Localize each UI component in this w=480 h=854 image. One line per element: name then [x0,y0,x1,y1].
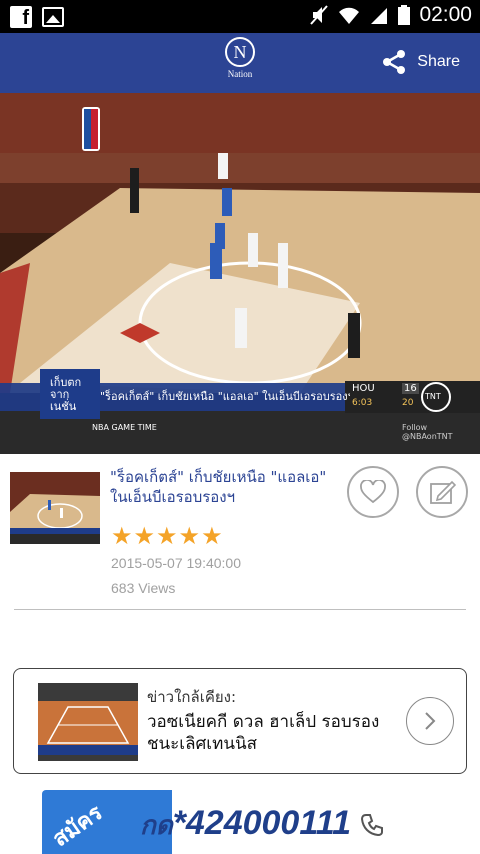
favorite-button[interactable] [347,466,399,518]
article-views: 683 Views [111,580,176,596]
clock: 02:00 [419,3,472,26]
battery-icon [398,5,411,25]
video-ticker: NBA GAME TIME [92,423,157,432]
nation-logo[interactable]: N Nation [224,37,256,89]
chevron-right-icon [425,712,436,730]
rating-star: ★ [156,522,178,550]
phone-icon [361,814,384,837]
logo-letter: N [225,37,255,67]
banner-number: 424000111 [185,804,352,842]
image-notification-icon [42,7,64,27]
article-title: "ร็อคเก็ตส์" เก็บชัยเหนือ "แอลเอ" ในเอ็น… [110,468,327,506]
rating-star: ★ [111,522,133,550]
app-header: N Nation Share [0,33,480,93]
subscribe-banner[interactable]: สมัคร กด*424000111 [42,790,480,854]
edit-icon [430,480,456,504]
status-bar: 02:00 [0,0,480,33]
video-score-clock: 6:03 [352,398,373,408]
related-news-thumbnail [38,683,138,761]
edit-button[interactable] [416,466,468,518]
rating-stars: ★ ★ ★ ★ ★ [111,524,223,548]
video-caption-title: "ร็อคเก็ตส์" เก็บชัยเหนือ "แอลเอ" ในเอ็น… [100,390,350,403]
mute-icon [310,5,329,25]
divider [14,609,466,610]
facebook-notification-icon [10,6,32,30]
heart-icon [360,480,386,504]
video-score-team: HOU [352,383,375,394]
rating-star: ★ [133,522,156,550]
video-player[interactable]: เก็บตก จาก เนชั่น "ร็อคเก็ตส์" เก็บชัยเห… [0,93,480,454]
rating-star: ★ [201,522,223,550]
wifi-icon [339,7,360,25]
video-score-value-2: 20 [402,398,414,408]
share-label: Share [417,53,460,70]
logo-text: Nation [227,69,253,79]
related-news-label: ข่าวใกล้เคียง: [147,688,237,706]
share-icon [383,50,406,74]
video-footer: Follow @NBAonTNT [402,423,453,441]
rating-star: ★ [178,522,201,550]
share-button[interactable]: Share [381,49,460,75]
banner-phone: กด*424000111 [140,804,384,846]
video-channel-logo: TNT [425,392,441,401]
video-score-value: 16 [402,383,419,394]
related-news-card[interactable]: ข่าวใกล้เคียง: วอซเนียคกี ดวล ฮาเล็ป รอบ… [13,668,467,774]
video-brand-badge: เก็บตก จาก เนชั่น [50,376,82,413]
article-thumbnail[interactable] [10,472,100,544]
related-news-title: วอซเนียคกี ดวล ฮาเล็ป รอบรองชนะเลิศเทนนิ… [147,712,380,754]
signal-icon [371,8,388,24]
banner-star: * [172,804,186,842]
next-button[interactable] [406,697,454,745]
article-date: 2015-05-07 19:40:00 [111,555,241,571]
banner-prefix: กด [140,810,173,840]
